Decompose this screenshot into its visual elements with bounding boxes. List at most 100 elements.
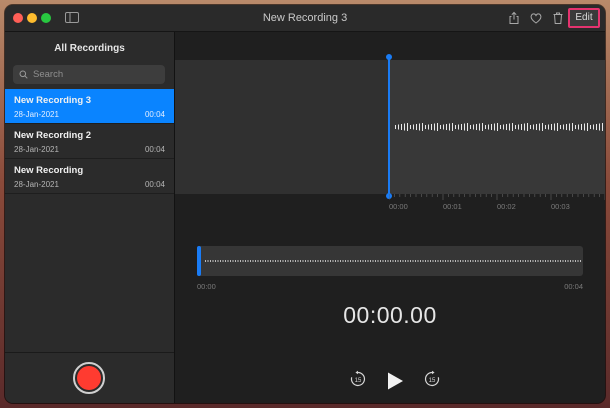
overview-sample xyxy=(417,260,419,262)
play-button[interactable] xyxy=(385,371,405,391)
share-icon[interactable] xyxy=(507,11,521,25)
recording-item[interactable]: New Recording 3 28-Jan-2021 00:04 xyxy=(5,89,174,124)
overview-sample xyxy=(287,260,289,262)
recording-date: 28-Jan-2021 xyxy=(14,110,59,119)
overview-sample xyxy=(245,260,246,262)
overview-sample xyxy=(365,260,366,262)
recording-duration: 00:04 xyxy=(144,180,165,189)
recording-item[interactable]: New Recording 28-Jan-2021 00:04 xyxy=(5,159,174,194)
record-button[interactable] xyxy=(73,362,105,394)
overview-sample xyxy=(347,260,349,262)
overview-sample xyxy=(260,260,261,262)
overview-sample xyxy=(547,260,549,262)
overview-sample xyxy=(537,260,539,262)
waveform-sample xyxy=(440,125,441,129)
overview-sample xyxy=(222,260,224,262)
overview-sample xyxy=(542,260,544,262)
overview-sample xyxy=(515,260,516,262)
overview-sample xyxy=(230,260,231,262)
waveform-sample xyxy=(596,124,597,130)
waveform-sample xyxy=(485,125,486,129)
waveform-sample xyxy=(551,124,552,130)
overview-sample xyxy=(450,260,451,262)
overview-sample xyxy=(555,260,556,262)
waveform-sample xyxy=(557,123,558,131)
overview-sample xyxy=(490,260,491,262)
recording-item[interactable]: New Recording 2 28-Jan-2021 00:04 xyxy=(5,124,174,159)
overview-sample xyxy=(395,260,396,262)
overview-sample xyxy=(435,260,436,262)
waveform-sample xyxy=(545,125,546,129)
waveform-sample xyxy=(494,123,495,131)
overview-sample xyxy=(330,260,331,262)
overview-scrubber[interactable] xyxy=(197,246,583,276)
overview-sample xyxy=(290,260,291,262)
waveform-sample xyxy=(575,125,576,129)
waveform-sample xyxy=(407,123,408,131)
waveform-sample xyxy=(398,124,399,130)
overview-sample xyxy=(295,260,296,262)
overview-sample xyxy=(580,260,581,262)
overview-sample xyxy=(327,260,329,262)
overview-end-time: 00:04 xyxy=(564,282,583,291)
waveform-sample xyxy=(584,123,585,131)
recordings-list: New Recording 3 28-Jan-2021 00:04 New Re… xyxy=(5,89,174,194)
skip-forward-15-button[interactable]: 15 xyxy=(423,370,441,388)
search-icon xyxy=(19,70,28,79)
overview-sample xyxy=(420,260,421,262)
trash-icon[interactable] xyxy=(551,11,565,25)
overview-sample xyxy=(472,260,474,262)
overview-sample xyxy=(342,260,344,262)
overview-sample xyxy=(467,260,469,262)
overview-sample xyxy=(432,260,434,262)
overview-sample xyxy=(552,260,554,262)
overview-sample xyxy=(440,260,441,262)
favorite-heart-icon[interactable] xyxy=(529,11,543,25)
playhead-top-handle[interactable] xyxy=(386,54,392,60)
skip-back-15-button[interactable]: 15 xyxy=(349,370,367,388)
search-field[interactable] xyxy=(13,65,165,84)
overview-sample xyxy=(212,260,214,262)
waveform-sample xyxy=(506,124,507,130)
overview-handle[interactable] xyxy=(197,246,201,276)
timeline-tick-label: 00:01 xyxy=(443,202,462,211)
overview-sample xyxy=(532,260,534,262)
waveform-sample xyxy=(416,124,417,130)
waveform-sample xyxy=(470,125,471,129)
overview-sample xyxy=(305,260,306,262)
overview-sample xyxy=(482,260,484,262)
waveform-sample xyxy=(590,125,591,129)
waveform-sample xyxy=(428,124,429,130)
overview-sample xyxy=(315,260,316,262)
overview-sample xyxy=(405,260,406,262)
waveform-sample xyxy=(593,124,594,130)
edit-button[interactable]: Edit xyxy=(568,8,600,28)
overview-sample xyxy=(517,260,519,262)
waveform-sample xyxy=(530,125,531,129)
overview-sample xyxy=(322,260,324,262)
overview-sample xyxy=(372,260,374,262)
overview-sample xyxy=(437,260,439,262)
overview-sample xyxy=(340,260,341,262)
waveform-sample xyxy=(464,123,465,131)
overview-sample xyxy=(210,260,211,262)
overview-sample xyxy=(470,260,471,262)
overview-sample xyxy=(362,260,364,262)
waveform-sample xyxy=(467,123,468,131)
waveform-sample xyxy=(524,123,525,131)
search-input[interactable] xyxy=(33,67,158,82)
overview-sample xyxy=(275,260,276,262)
overview-sample xyxy=(280,260,281,262)
waveform-sample xyxy=(482,123,483,131)
overview-sample xyxy=(317,260,319,262)
overview-sample xyxy=(425,260,426,262)
playhead[interactable] xyxy=(388,57,390,198)
overview-sample xyxy=(407,260,409,262)
overview-sample xyxy=(337,260,339,262)
waveform-sample xyxy=(410,125,411,129)
overview-sample xyxy=(422,260,424,262)
overview-sample xyxy=(277,260,279,262)
timeline-tick-label: 00:02 xyxy=(497,202,516,211)
playback-time: 00:00.00 xyxy=(343,302,437,328)
sidebar-heading: All Recordings xyxy=(54,43,125,54)
